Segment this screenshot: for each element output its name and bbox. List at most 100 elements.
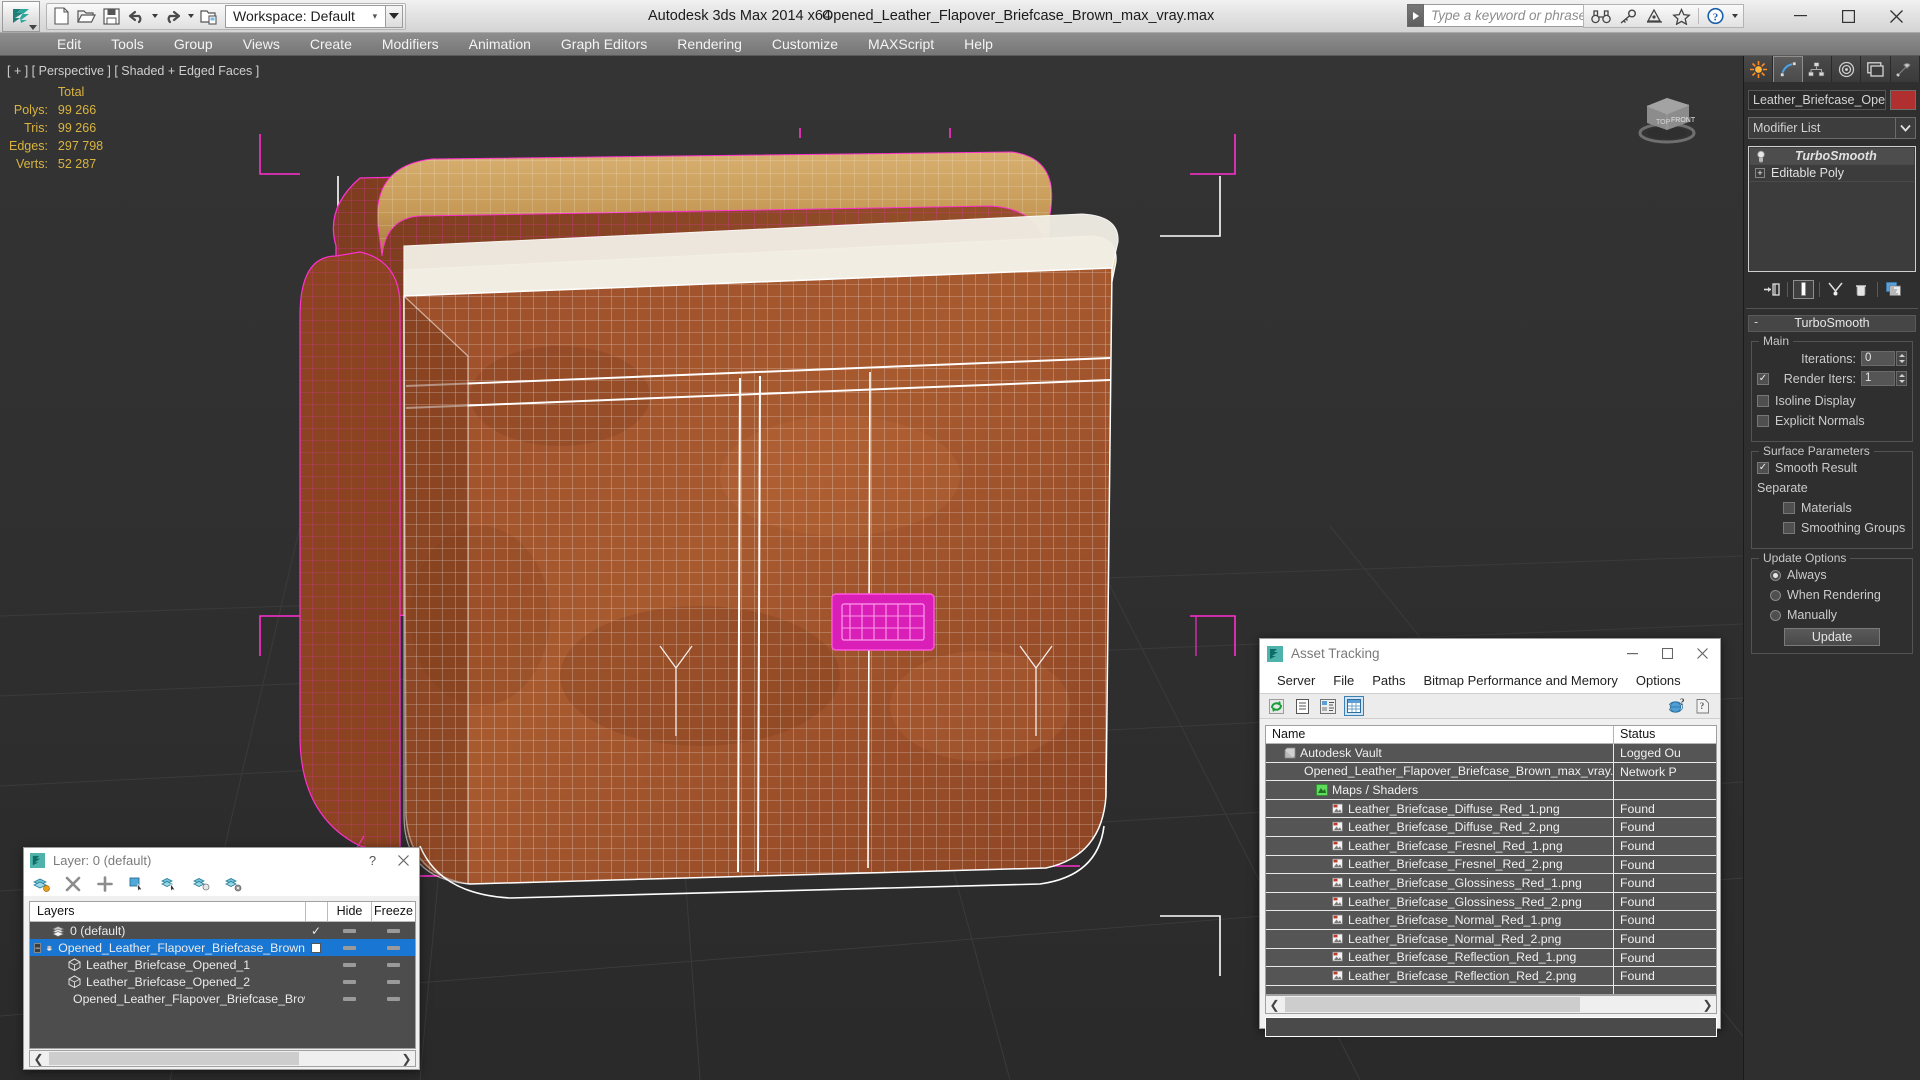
- freeze-toggle[interactable]: [371, 962, 415, 967]
- modifier-stack[interactable]: TurboSmooth + Editable Poly: [1748, 146, 1916, 272]
- table-row[interactable]: Maps / Shaders: [1266, 781, 1716, 800]
- menu-item-animation[interactable]: Animation: [454, 34, 546, 54]
- maximize-button[interactable]: [1824, 0, 1872, 32]
- undo-dropdown-caret-icon[interactable]: [149, 5, 160, 28]
- table-row[interactable]: Leather_Briefcase_Diffuse_Red_2.png Foun…: [1266, 818, 1716, 837]
- turbosmooth-rollout-header[interactable]: - TurboSmooth: [1748, 315, 1916, 332]
- new-file-icon[interactable]: [49, 5, 74, 28]
- menu-item-create[interactable]: Create: [295, 34, 367, 54]
- asset-tracking-horizontal-scrollbar[interactable]: ❮ ❯: [1265, 995, 1717, 1014]
- scrollbar-track[interactable]: [1283, 997, 1699, 1012]
- close-button[interactable]: [1872, 0, 1920, 32]
- expand-icon[interactable]: +: [1755, 168, 1765, 178]
- current-layer-check[interactable]: ✓: [305, 924, 327, 938]
- help-globe-icon[interactable]: ?: [1667, 696, 1687, 716]
- hide-toggle[interactable]: [327, 962, 371, 967]
- current-layer-check[interactable]: [305, 942, 327, 953]
- table-row[interactable]: Autodesk Vault Logged Ou: [1266, 744, 1716, 763]
- open-file-icon[interactable]: [74, 5, 99, 28]
- update-button[interactable]: Update: [1784, 628, 1880, 646]
- select-objects-in-layer-icon[interactable]: [127, 874, 147, 894]
- collapse-icon[interactable]: -: [1754, 315, 1758, 330]
- save-file-icon[interactable]: [99, 5, 124, 28]
- modifier-list-dropdown[interactable]: Modifier List: [1748, 117, 1896, 139]
- make-unique-icon[interactable]: [1825, 280, 1846, 299]
- table-row[interactable]: Leather_Briefcase_Normal_Red_1.png Found: [1266, 911, 1716, 930]
- isoline-display-checkbox[interactable]: [1757, 395, 1769, 407]
- list-item[interactable]: Leather_Briefcase_Opened_2: [30, 973, 415, 990]
- iterations-input[interactable]: 0: [1861, 351, 1895, 366]
- hide-toggle[interactable]: [327, 945, 371, 950]
- materials-checkbox[interactable]: [1783, 502, 1795, 514]
- motion-tab[interactable]: [1832, 56, 1862, 82]
- binoculars-icon[interactable]: [1587, 5, 1614, 27]
- table-row[interactable]: 3 Opened_Leather_Flapover_Briefcase_Brow…: [1266, 762, 1716, 782]
- pin-stack-icon[interactable]: [1761, 280, 1782, 299]
- satellite-icon[interactable]: [1641, 5, 1668, 27]
- table-row[interactable]: Leather_Briefcase_Reflection_Red_2.png F…: [1266, 967, 1716, 986]
- menu-item-group[interactable]: Group: [159, 34, 228, 54]
- refresh-icon[interactable]: [1266, 696, 1286, 716]
- update-always-radio[interactable]: [1770, 569, 1781, 581]
- modifier-stack-item-editable-poly[interactable]: + Editable Poly: [1750, 165, 1914, 182]
- freeze-toggle[interactable]: [371, 996, 415, 1001]
- scroll-right-icon[interactable]: ❯: [1699, 998, 1716, 1012]
- column-header-name[interactable]: Name: [1266, 726, 1614, 743]
- minimize-button[interactable]: [1776, 0, 1824, 32]
- layer-dialog-help-button[interactable]: ?: [357, 848, 388, 872]
- redo-dropdown-caret-icon[interactable]: [185, 5, 196, 28]
- create-tab[interactable]: [1744, 56, 1774, 82]
- update-manually-radio[interactable]: [1770, 609, 1781, 621]
- scroll-right-icon[interactable]: ❯: [398, 1052, 415, 1066]
- hide-toggle[interactable]: [327, 928, 371, 933]
- scrollbar-thumb[interactable]: [1285, 997, 1580, 1012]
- undo-icon[interactable]: [124, 5, 149, 28]
- object-name-field[interactable]: Leather_Briefcase_Opened_1: [1748, 90, 1886, 110]
- column-header-status[interactable]: Status: [1614, 726, 1716, 743]
- at-menu-options[interactable]: Options: [1627, 671, 1690, 690]
- modify-tab[interactable]: [1773, 56, 1803, 82]
- modifier-stack-item-turbosmooth[interactable]: TurboSmooth: [1750, 148, 1914, 165]
- hide-toggle[interactable]: [327, 996, 371, 1001]
- application-menu-button[interactable]: [2, 0, 40, 32]
- render-iters-checkbox[interactable]: [1757, 372, 1769, 385]
- menu-item-graph-editors[interactable]: Graph Editors: [546, 34, 662, 54]
- menu-item-edit[interactable]: Edit: [42, 34, 96, 54]
- key-icon[interactable]: [1614, 5, 1641, 27]
- freeze-toggle[interactable]: [371, 945, 415, 950]
- grid-view-icon[interactable]: [1344, 696, 1364, 716]
- new-layer-icon[interactable]: [31, 874, 51, 894]
- at-menu-server[interactable]: Server: [1268, 671, 1324, 690]
- render-iters-input[interactable]: 1: [1861, 371, 1895, 386]
- help-page-icon[interactable]: ?: [1693, 696, 1713, 716]
- render-iters-spinner[interactable]: [1896, 371, 1907, 386]
- smooth-result-checkbox[interactable]: [1757, 462, 1769, 474]
- table-row[interactable]: Leather_Briefcase_Glossiness_Red_2.png F…: [1266, 892, 1716, 912]
- list-item[interactable]: Leather_Briefcase_Opened_1: [30, 956, 415, 973]
- lightbulb-icon[interactable]: [1755, 150, 1767, 163]
- show-end-result-icon[interactable]: [1792, 279, 1814, 299]
- list-item[interactable]: − Opened_Leather_Flapover_Briefcase_Brow…: [30, 939, 415, 956]
- table-row[interactable]: Leather_Briefcase_Reflection_Red_1.png F…: [1266, 948, 1716, 968]
- menu-item-help[interactable]: Help: [949, 34, 1008, 54]
- column-header-hide[interactable]: Hide: [327, 902, 371, 921]
- layer-list[interactable]: Layers Hide Freeze 0 (default) ✓ − Opene: [29, 901, 416, 1049]
- list-item[interactable]: Opened_Leather_Flapover_Briefcase_Brown: [30, 990, 415, 1007]
- project-folder-icon[interactable]: [196, 5, 221, 28]
- add-layer-icon[interactable]: [95, 874, 115, 894]
- asset-tracking-list[interactable]: Name Status Autodesk Vault Logged Ou 3 O…: [1265, 725, 1717, 995]
- highlight-selected-objects-icon[interactable]: [159, 874, 179, 894]
- menu-item-rendering[interactable]: Rendering: [662, 34, 757, 54]
- hierarchy-tab[interactable]: [1802, 56, 1833, 82]
- at-menu-file[interactable]: File: [1324, 671, 1363, 690]
- menu-item-views[interactable]: Views: [228, 34, 295, 54]
- asset-tracking-close-button[interactable]: [1685, 639, 1720, 668]
- column-header-freeze[interactable]: Freeze: [371, 902, 415, 921]
- object-color-swatch[interactable]: [1890, 90, 1916, 110]
- smoothing-groups-checkbox[interactable]: [1783, 522, 1795, 534]
- update-when-rendering-radio[interactable]: [1770, 589, 1781, 601]
- iterations-spinner[interactable]: [1896, 351, 1907, 366]
- help-dropdown-caret-icon[interactable]: [1729, 5, 1740, 28]
- star-icon[interactable]: [1668, 5, 1695, 27]
- freeze-toggle[interactable]: [371, 928, 415, 933]
